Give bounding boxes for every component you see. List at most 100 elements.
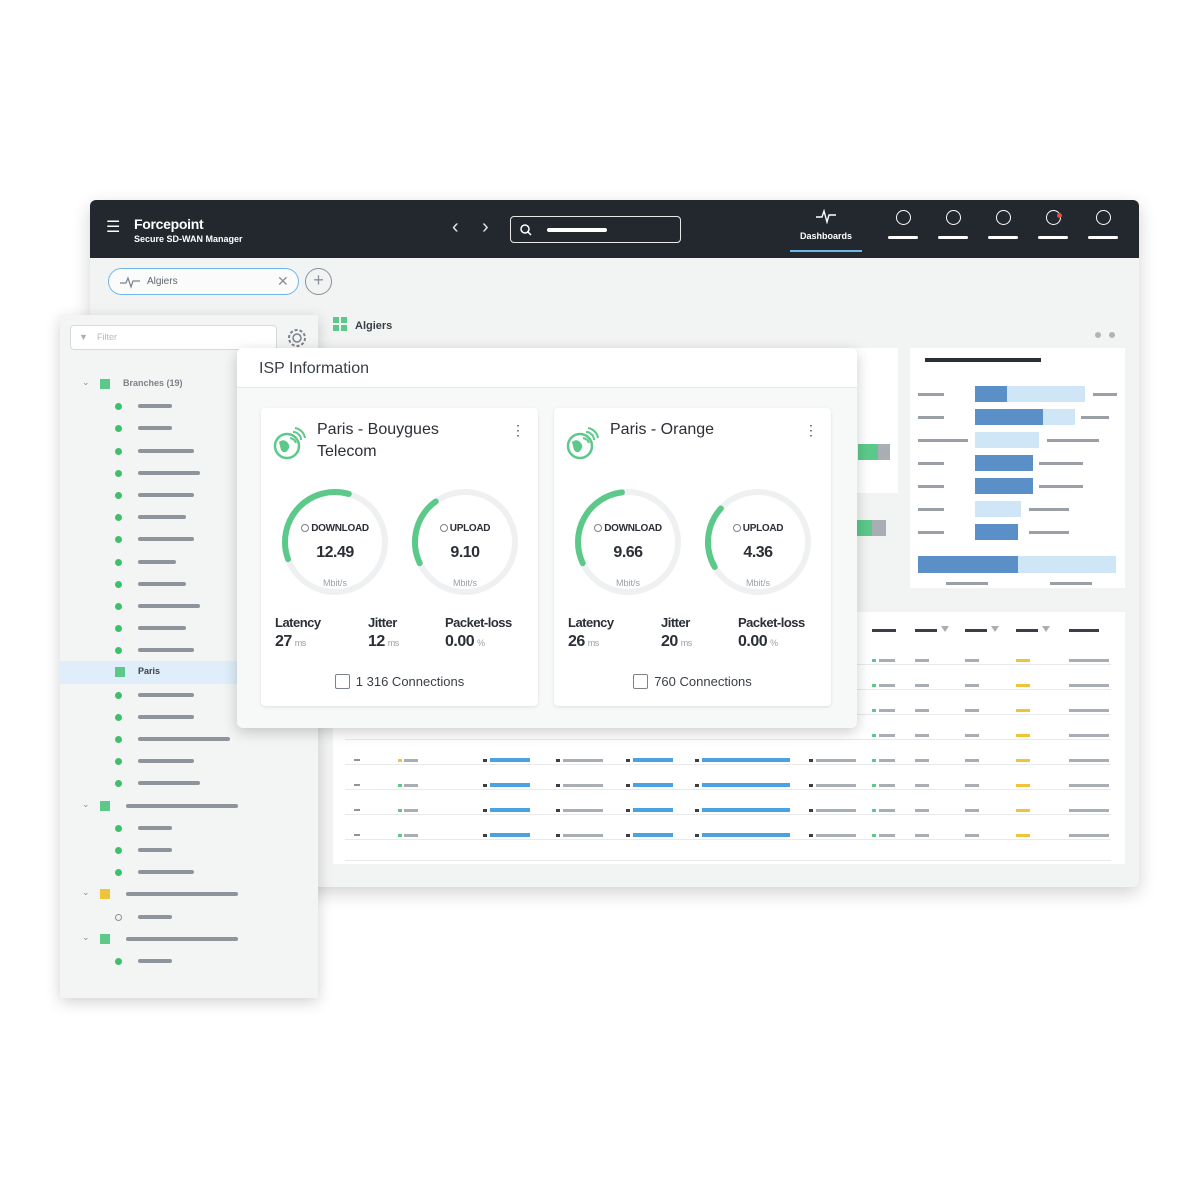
chevron-down-icon[interactable]: ⌄ — [82, 932, 90, 943]
download-unit: Mbit/s — [615, 578, 640, 588]
table-cell-placeholder — [404, 759, 418, 762]
table-cell-placeholder — [872, 709, 876, 712]
chevron-down-icon[interactable]: ⌄ — [82, 887, 90, 898]
tree-item-label-placeholder — [138, 847, 172, 852]
dashboards-button[interactable]: Dashboards — [790, 208, 862, 252]
table-cell-placeholder — [816, 759, 856, 762]
status-dot — [115, 957, 122, 965]
isp-panel-title: ISP Information — [259, 360, 369, 377]
page-title: Algiers — [333, 317, 392, 332]
download-value: 9.66 — [613, 544, 643, 561]
tree-group[interactable]: ⌄ — [60, 883, 318, 905]
topbar-item-4[interactable] — [1038, 210, 1068, 244]
table-cell-placeholder — [404, 809, 418, 812]
topbar-item-5[interactable] — [1088, 210, 1118, 244]
tree-item[interactable] — [60, 861, 318, 883]
table-cell-placeholder — [879, 759, 895, 762]
table-cell-placeholder — [345, 739, 1111, 740]
table-cell-placeholder — [483, 759, 487, 762]
grid-icon — [333, 317, 347, 331]
topbar-item-2[interactable] — [938, 210, 968, 244]
tree-item-label-placeholder — [138, 958, 172, 963]
table-cell-placeholder — [915, 659, 929, 662]
jitter-label: Jitter — [368, 615, 397, 630]
tree-item[interactable] — [60, 728, 318, 750]
table-cell-placeholder — [1016, 784, 1030, 787]
tree-item[interactable] — [60, 817, 318, 839]
table-cell-placeholder — [1069, 784, 1109, 787]
info-icon — [594, 524, 603, 532]
status-icon — [896, 210, 911, 225]
table-cell-placeholder — [354, 834, 360, 836]
chevron-down-icon[interactable]: ⌄ — [82, 377, 90, 388]
more-options-icon[interactable] — [1095, 325, 1123, 343]
tree-group-label-placeholder — [126, 803, 238, 808]
status-dot — [115, 469, 122, 477]
upload-value: 4.36 — [743, 544, 773, 561]
tab-label: Algiers — [147, 276, 178, 287]
table-cell-placeholder — [965, 659, 979, 662]
tree-item-label-placeholder — [138, 426, 172, 431]
chevron-right-icon[interactable]: › — [482, 216, 489, 239]
close-icon[interactable]: ✕ — [277, 273, 289, 290]
tree-item[interactable] — [60, 839, 318, 861]
status-dot — [115, 491, 122, 499]
filter-input[interactable]: ▼ Filter — [70, 325, 277, 350]
status-dot — [115, 736, 122, 743]
download-label: DOWNLOAD — [279, 523, 391, 534]
tree-item[interactable] — [60, 772, 318, 794]
search-input[interactable] — [510, 216, 681, 243]
table-cell-placeholder — [965, 809, 979, 812]
packetloss-label: Packet-loss — [738, 615, 805, 630]
upload-label: UPLOAD — [409, 523, 521, 534]
tree-item-label-placeholder — [138, 737, 230, 741]
table-cell-placeholder — [809, 809, 813, 812]
status-dot — [115, 558, 122, 566]
table-cell-placeholder — [354, 759, 360, 761]
topbar-item-1[interactable] — [888, 210, 918, 244]
table-cell-placeholder — [1069, 659, 1109, 662]
table-cell-placeholder — [915, 809, 929, 812]
isp-card-bouygues[interactable]: Paris - Bouygues Telecom ⋮ DOWNLOAD 12.4… — [261, 408, 538, 706]
hamburger-menu-icon[interactable]: ☰ — [106, 220, 120, 236]
topbar-item-3[interactable] — [988, 210, 1018, 244]
tree-item[interactable] — [60, 906, 318, 928]
table-cell-placeholder — [872, 759, 876, 762]
status-dot — [115, 713, 122, 721]
table-cell-placeholder — [872, 809, 876, 812]
table-cell-placeholder — [398, 784, 402, 787]
table-cell-placeholder — [915, 684, 929, 687]
active-indicator — [790, 250, 862, 252]
table-cell-placeholder — [626, 809, 630, 812]
packetloss-value: 0.00 — [445, 633, 475, 650]
table-cell-placeholder — [556, 784, 560, 787]
chevron-down-icon[interactable]: ⌄ — [82, 799, 90, 810]
tab-algiers[interactable]: Algiers ✕ — [108, 268, 299, 295]
packetloss-unit: % — [477, 638, 485, 648]
upload-value: 9.10 — [450, 544, 480, 561]
isp-card-orange[interactable]: Paris - Orange ⋮ DOWNLOAD 9.66 Mbit/s UP… — [554, 408, 831, 706]
table-cell-placeholder — [695, 784, 699, 787]
connections-count[interactable]: 1 316 Connections — [261, 674, 538, 689]
table-cell-placeholder — [404, 834, 418, 837]
tree-item[interactable] — [60, 750, 318, 772]
connections-count[interactable]: 760 Connections — [554, 674, 831, 689]
packetloss-stat: Packet-loss 0.00% — [445, 615, 512, 651]
tree-group[interactable]: ⌄ — [60, 928, 318, 950]
kebab-menu-icon[interactable]: ⋮ — [804, 422, 818, 439]
kebab-menu-icon[interactable]: ⋮ — [511, 422, 525, 439]
add-tab-button[interactable]: + — [305, 268, 332, 295]
tree-item-label-placeholder — [138, 448, 194, 453]
tree-item[interactable] — [60, 950, 318, 972]
chevron-left-icon[interactable]: ‹ — [452, 216, 459, 239]
table-cell-placeholder — [633, 783, 673, 787]
page-title-text: Algiers — [355, 320, 393, 332]
table-cell-placeholder — [1069, 834, 1109, 837]
brand: Forcepoint Secure SD-WAN Manager — [134, 216, 243, 244]
table-cell-placeholder — [563, 834, 603, 837]
packetloss-stat: Packet-loss 0.00% — [738, 615, 805, 651]
table-cell-placeholder — [345, 789, 1111, 790]
table-cell-placeholder — [1016, 734, 1030, 737]
tree-item-label-placeholder — [138, 759, 194, 764]
tree-group[interactable]: ⌄ — [60, 795, 318, 817]
